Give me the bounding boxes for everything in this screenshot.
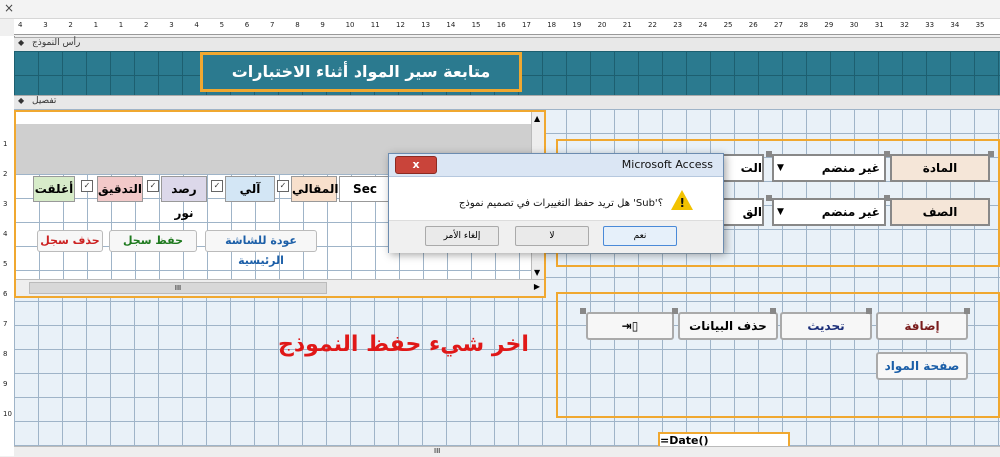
ruler-number: 3 [3,200,8,208]
ruler-number: 17 [522,21,531,29]
ruler-number: 2 [144,21,149,29]
resize-handle[interactable] [770,308,776,314]
ruler-number: 33 [925,21,935,29]
ruler-number: 7 [3,320,8,328]
form-header-section-label: رأس النموذج [32,38,81,48]
resize-handle[interactable] [964,308,970,314]
resize-handle[interactable] [766,195,772,201]
dialog-close-button[interactable]: x [395,156,437,174]
resize-handle[interactable] [866,308,872,314]
ruler-number: 27 [774,21,783,29]
resize-handle[interactable] [766,151,772,157]
ruler-number: 15 [471,21,481,29]
ruler-number: 30 [849,21,859,29]
ruler-number: 16 [496,21,506,29]
dialog-button-bar: نعم لا إلغاء الأمر [389,220,723,253]
ruler-number: 8 [3,350,8,358]
ruler-number: 10 [345,21,355,29]
ruler-number: 2 [3,170,8,178]
class-combo[interactable]: غير منضم ▼ [772,198,886,226]
resize-handle[interactable] [988,151,994,157]
horizontal-ruler: 4 3 2 1 1 2 3 4 5 6 7 8 9 10 11 12 13 14 15 16 17 18 19 20 21 22 2… [14,19,1000,35]
ruler-number: 22 [648,21,657,29]
no-button[interactable]: لا [515,226,589,246]
dialog-title: Microsoft Access [621,158,713,171]
ruler-number: 14 [446,21,456,29]
warning-mark: ! [679,196,685,210]
import-icon: ⇥▯ [621,319,639,333]
ruler-number: 28 [799,21,809,29]
update-button[interactable]: تحديث [780,312,872,340]
partial-label-bottom[interactable]: الق [722,198,764,226]
ruler-number: 10 [3,410,12,418]
section-arrow-icon: ◆ [18,96,25,105]
detail-section-bar[interactable]: ◆ تفصيل [14,95,1000,110]
yes-button[interactable]: نعم [603,226,677,246]
detail-section-label: تفصيل [32,96,57,106]
ruler-number: 13 [421,21,431,29]
form-header-section-bar[interactable]: ◆ رأس النموذج [14,37,1000,52]
subject-combo[interactable]: غير منضم ▼ [772,154,886,182]
resize-handle[interactable] [884,151,890,157]
ruler-number: 29 [824,21,834,29]
ruler-number: 5 [219,21,225,29]
ruler-number: 4 [18,21,23,29]
close-icon[interactable]: × [4,1,14,15]
chevron-down-icon: ▼ [777,207,784,217]
ruler-number: 18 [547,21,557,29]
ruler-number: 12 [396,21,405,29]
section-arrow-icon: ◆ [18,38,25,47]
ruler-number: 35 [975,21,985,29]
resize-handle[interactable] [884,195,890,201]
dialog-title-bar: x Microsoft Access [389,154,723,177]
ruler-number: 4 [3,230,8,238]
ruler-number: 34 [950,21,960,29]
ruler-number: 25 [723,21,733,29]
vertical-ruler: 1 2 3 4 5 6 7 8 9 10 [0,36,15,456]
ruler-number: 9 [320,21,325,29]
add-button[interactable]: إضافة [876,312,968,340]
ruler-number: 3 [43,21,48,29]
import-button[interactable]: ⇥▯ [586,312,674,340]
ruler-number: 31 [874,21,884,29]
dialog-message: هل تريد حفظ التغييرات في تصميم نموذج 'Su… [458,198,663,209]
ruler-number: 1 [93,21,99,29]
ruler-number: 32 [900,21,909,29]
ruler-number: 24 [698,21,708,29]
note-text[interactable]: اخر شيء حفظ النموذج [278,332,529,357]
ruler-number: 3 [169,21,174,29]
ruler-number: 20 [597,21,607,29]
ruler-number: 26 [748,21,758,29]
delete-data-button[interactable]: حذف البيانات [678,312,778,340]
ruler-number: 4 [194,21,199,29]
class-label[interactable]: الصف [890,198,990,226]
ruler-number: 23 [673,21,683,29]
ruler-number: 2 [68,21,73,29]
resize-handle[interactable] [580,308,586,314]
ruler-number: 9 [3,380,8,388]
save-changes-dialog[interactable]: x Microsoft Access ! هل تريد حفظ التغيير… [388,153,724,253]
ruler-number: 8 [295,21,300,29]
subject-label[interactable]: المادة [890,154,990,182]
ruler-number: 1 [118,21,124,29]
ruler-number: 19 [572,21,582,29]
partial-label-top[interactable]: الت [722,154,764,182]
ruler-number: 6 [244,21,250,29]
ruler-number: 5 [3,260,8,268]
combo-value: غير منضم [821,161,880,175]
ruler-number: 21 [622,21,632,29]
cancel-button[interactable]: إلغاء الأمر [425,226,499,246]
scroll-thumb[interactable]: III [434,447,440,455]
ruler-number: 11 [370,21,380,29]
subjects-page-button[interactable]: صفحة المواد [876,352,968,380]
form-title-label[interactable]: متابعة سير المواد أثناء الاختبارات النها… [200,52,522,115]
window-top-bar: × [0,0,1000,19]
ruler-number: 1 [3,140,8,148]
chevron-down-icon: ▼ [777,163,784,173]
form-horizontal-scrollbar[interactable]: III [14,446,1000,457]
combo-value: غير منضم [821,205,880,219]
resize-handle[interactable] [672,308,678,314]
ruler-number: 6 [3,290,8,298]
ruler-number: 7 [270,21,275,29]
